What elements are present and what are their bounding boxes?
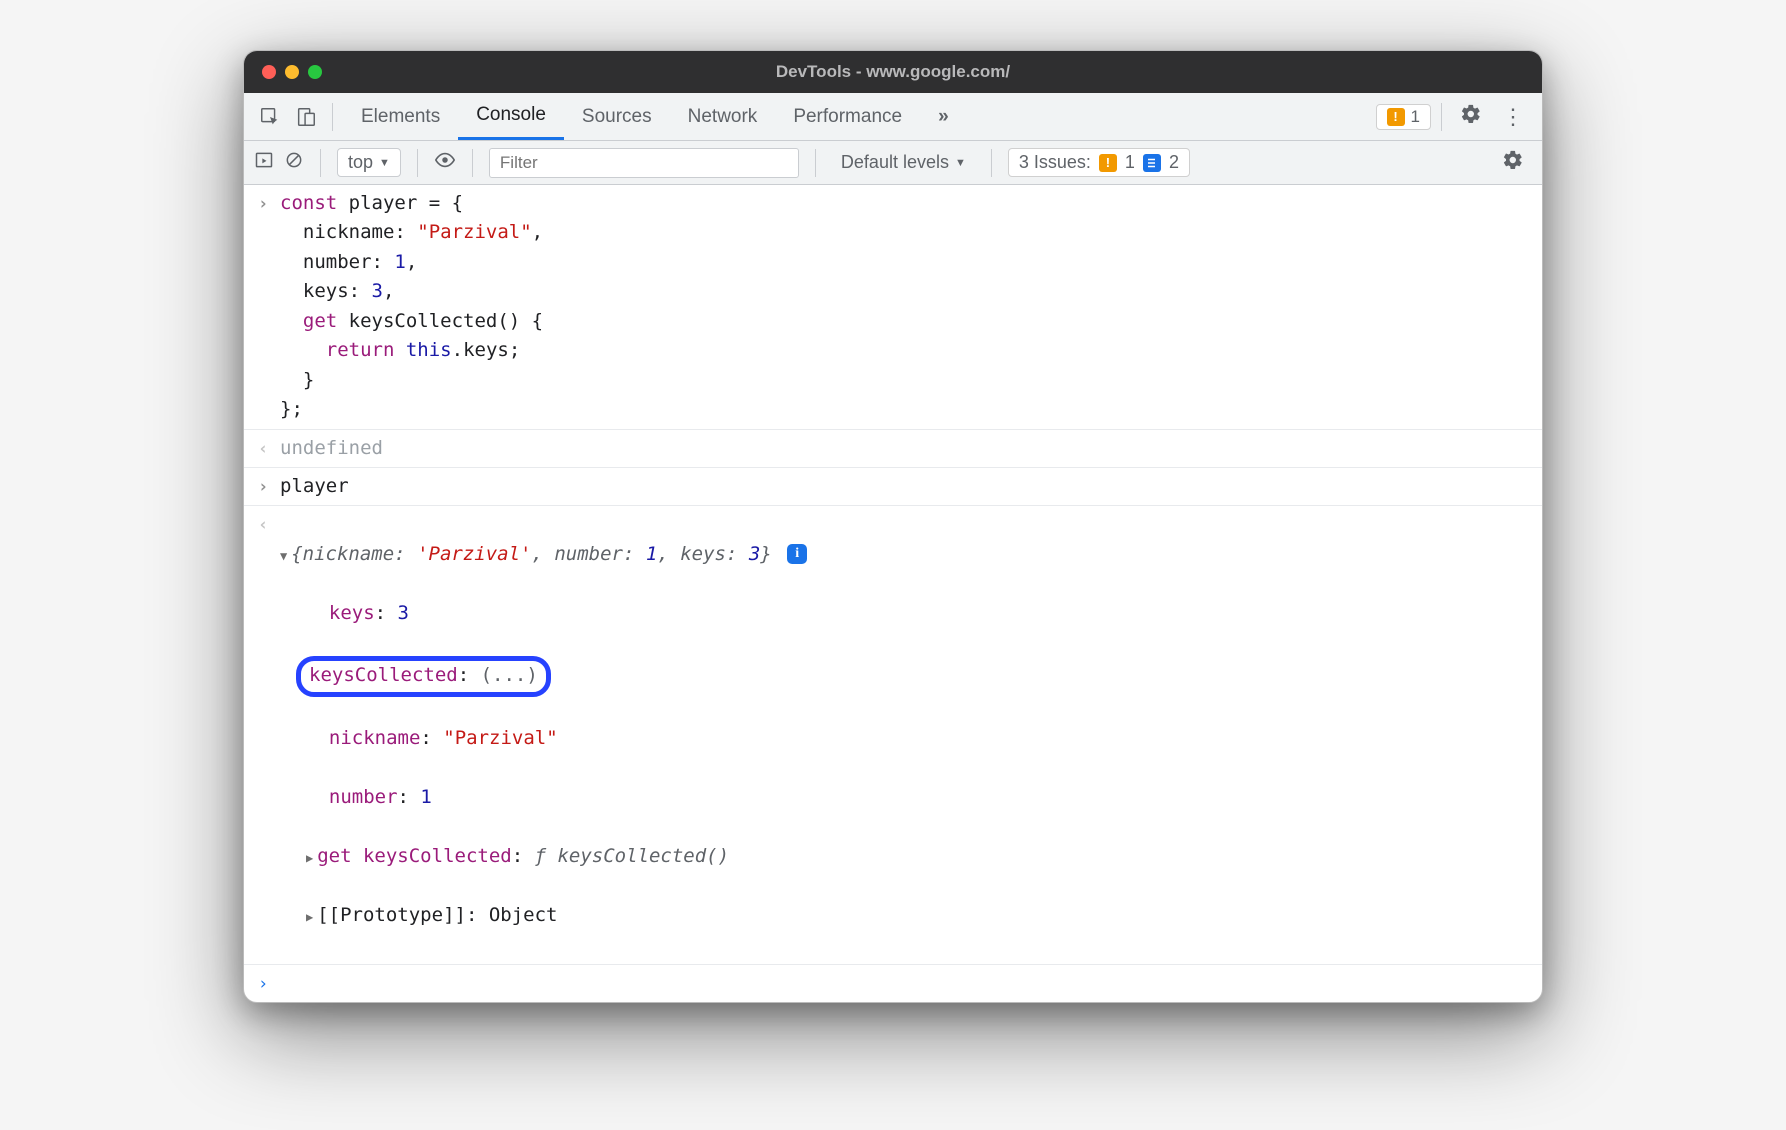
window-title: DevTools - www.google.com/: [244, 62, 1542, 82]
tree-row[interactable]: nickname: "Parzival": [306, 724, 1532, 753]
console-entry: const player = { nickname: "Parzival", n…: [244, 185, 1542, 430]
separator: [320, 149, 321, 177]
inspect-icon[interactable]: [254, 101, 286, 133]
issues-badge[interactable]: 3 Issues: ! 1 2: [1008, 148, 1190, 177]
warning-icon: !: [1099, 154, 1117, 172]
close-icon[interactable]: [262, 65, 276, 79]
issues-label: 3 Issues:: [1019, 152, 1091, 173]
tab-elements[interactable]: Elements: [343, 93, 458, 140]
tab-bar: Elements Console Sources Network Perform…: [244, 93, 1542, 141]
live-expression-icon[interactable]: [434, 149, 456, 176]
output-marker-icon: [258, 434, 280, 462]
result-undefined: undefined: [280, 434, 1542, 463]
warnings-count: 1: [1411, 107, 1420, 127]
info-icon: [1143, 154, 1161, 172]
code-input[interactable]: const player = { nickname: "Parzival", n…: [280, 189, 1542, 425]
settings-icon[interactable]: [1452, 103, 1490, 131]
code-input[interactable]: player: [280, 472, 1542, 501]
input-marker-icon: [258, 189, 280, 217]
tab-console[interactable]: Console: [458, 93, 564, 140]
tree-row-highlighted[interactable]: keysCollected: (...): [306, 658, 1532, 695]
issues-warn-count: 1: [1125, 152, 1135, 173]
devtools-window: DevTools - www.google.com/ Elements Cons…: [243, 50, 1543, 1003]
issues-info-count: 2: [1169, 152, 1179, 173]
clear-console-icon[interactable]: [284, 150, 304, 175]
console-settings-icon[interactable]: [1494, 149, 1532, 176]
maximize-icon[interactable]: [308, 65, 322, 79]
chevron-down-icon: ▼: [379, 157, 390, 169]
console-entry: undefined: [244, 430, 1542, 468]
expand-toggle-icon[interactable]: [306, 845, 317, 867]
warning-icon: !: [1387, 108, 1405, 126]
object-preview[interactable]: {nickname: 'Parzival', number: 1, keys: …: [291, 543, 772, 565]
sidebar-toggle-icon[interactable]: [254, 150, 274, 175]
separator: [417, 149, 418, 177]
chevron-down-icon: ▼: [955, 157, 966, 169]
device-toggle-icon[interactable]: [290, 101, 322, 133]
titlebar: DevTools - www.google.com/: [244, 51, 1542, 93]
tree-row[interactable]: keys: 3: [306, 599, 1532, 628]
expand-toggle-icon[interactable]: [306, 904, 317, 926]
minimize-icon[interactable]: [285, 65, 299, 79]
tree-row[interactable]: number: 1: [306, 783, 1532, 812]
prompt-icon: ›: [258, 969, 280, 997]
object-output: {nickname: 'Parzival', number: 1, keys: …: [280, 510, 1542, 960]
console-entry: player: [244, 468, 1542, 506]
object-tree: keys: 3 keysCollected: (...) nickname: "…: [280, 569, 1532, 960]
input-marker-icon: [258, 472, 280, 500]
tabs-overflow[interactable]: »: [920, 93, 967, 140]
tab-network[interactable]: Network: [670, 93, 776, 140]
console-toolbar: top ▼ Default levels ▼ 3 Issues: ! 1 2: [244, 141, 1542, 185]
context-label: top: [348, 152, 373, 173]
console-body: const player = { nickname: "Parzival", n…: [244, 185, 1542, 1002]
tab-sources[interactable]: Sources: [564, 93, 670, 140]
console-prompt-input[interactable]: [280, 969, 1542, 998]
separator: [991, 149, 992, 177]
context-selector[interactable]: top ▼: [337, 148, 401, 177]
console-entry: {nickname: 'Parzival', number: 1, keys: …: [244, 506, 1542, 965]
warnings-badge[interactable]: ! 1: [1376, 104, 1431, 130]
filter-input[interactable]: [489, 148, 799, 178]
log-levels-selector[interactable]: Default levels ▼: [832, 148, 975, 177]
separator: [332, 103, 333, 131]
output-marker-icon: [258, 510, 280, 538]
info-icon[interactable]: i: [787, 544, 807, 564]
console-prompt-row[interactable]: ›: [244, 965, 1542, 1002]
expand-toggle-icon[interactable]: [280, 543, 291, 565]
levels-label: Default levels: [841, 152, 949, 173]
tabs: Elements Console Sources Network Perform…: [343, 93, 967, 140]
tree-row[interactable]: [[Prototype]]: Object: [306, 901, 1532, 930]
separator: [472, 149, 473, 177]
tree-row[interactable]: get keysCollected: ƒ keysCollected(): [306, 842, 1532, 871]
traffic-lights: [244, 65, 322, 79]
tab-performance[interactable]: Performance: [775, 93, 920, 140]
more-icon[interactable]: ⋮: [1494, 104, 1532, 130]
separator: [815, 149, 816, 177]
separator: [1441, 103, 1442, 131]
